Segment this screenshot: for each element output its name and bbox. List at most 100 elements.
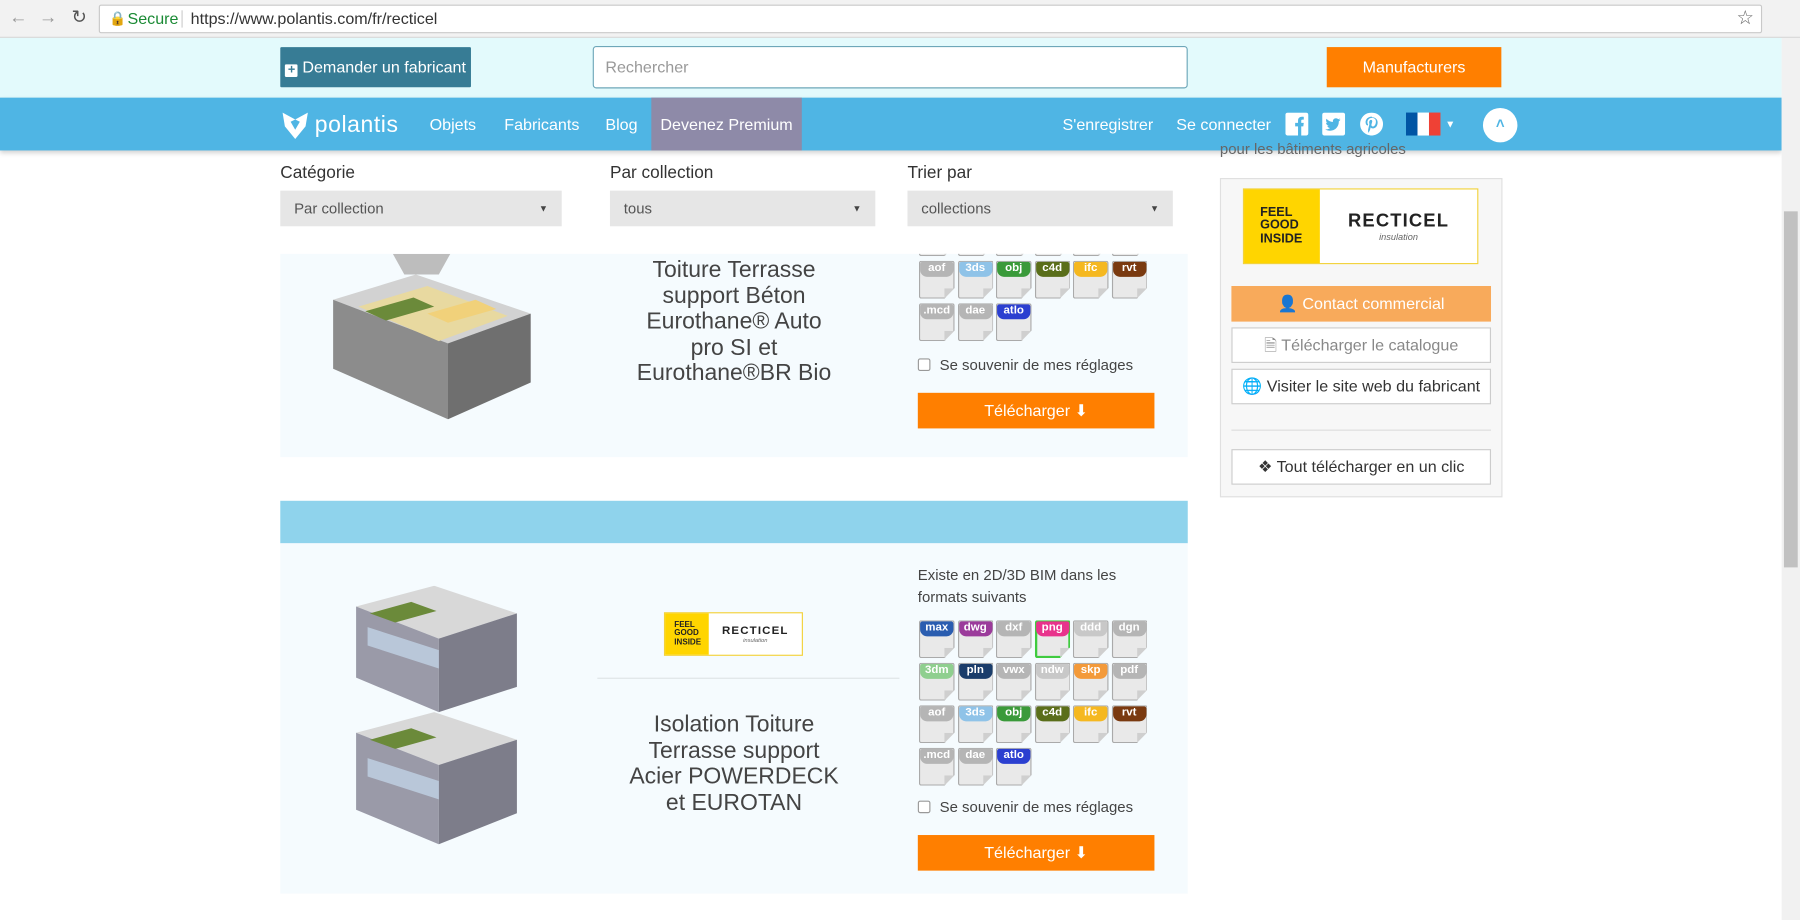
format-aof-icon[interactable]: aof	[918, 705, 955, 744]
format-label: skp	[1074, 663, 1108, 679]
twitter-icon[interactable]	[1322, 112, 1346, 136]
format-3ds-icon[interactable]: 3ds	[957, 260, 994, 299]
format-obj-icon[interactable]: obj	[995, 705, 1032, 744]
format-ifc-icon[interactable]: ifc	[1072, 260, 1109, 299]
format-page-fold	[982, 732, 994, 744]
caret-down-icon: ▼	[852, 203, 862, 214]
format-page-fold	[944, 647, 955, 659]
product-title[interactable]: Toiture Terrasse support Béton Eurothane…	[597, 257, 870, 386]
ask-manufacturer-button[interactable]: + Demander un fabricant	[280, 47, 471, 88]
remember-checkbox[interactable]	[917, 800, 931, 814]
scrollbar-thumb[interactable]	[1783, 211, 1798, 568]
format-ifc-icon[interactable]: ifc	[1072, 705, 1109, 744]
page-scrollbar[interactable]	[1781, 37, 1800, 920]
format-page-fold	[982, 253, 994, 257]
format-atlo-icon[interactable]: atlo	[995, 303, 1032, 342]
download-all-button[interactable]: ❖ Tout télécharger en un clic	[1231, 449, 1492, 485]
brand-tagline: FEEL	[674, 621, 695, 630]
download-button[interactable]: Télécharger ⬇	[917, 835, 1155, 871]
nav-blog[interactable]: Blog	[605, 98, 637, 151]
format-max-icon[interactable]: max	[918, 620, 955, 659]
format-page-fold	[944, 775, 955, 786]
nav-fabricants[interactable]: Fabricants	[504, 98, 579, 151]
recticel-logo[interactable]: FEEL GOOD INSIDE RECTICEL insulation	[1242, 188, 1479, 265]
facebook-icon[interactable]	[1285, 112, 1309, 136]
sort-value: collections	[921, 199, 991, 218]
globe-icon: 🌐	[1242, 376, 1263, 396]
search-input[interactable]: Rechercher	[605, 47, 688, 87]
format-mcd-icon[interactable]: .mcd	[918, 303, 955, 342]
remember-label: Se souvenir de mes réglages	[939, 356, 1134, 374]
download-button[interactable]: Télécharger ⬇	[917, 392, 1155, 429]
format-3dm-icon[interactable]: 3dm	[918, 662, 955, 701]
category-select[interactable]: Par collection ▼	[280, 190, 562, 227]
catalogue-label: Télécharger le catalogue	[1281, 335, 1459, 354]
format-mcd-icon[interactable]: .mcd	[918, 747, 955, 786]
chevron-down-icon[interactable]: ▼	[1445, 118, 1455, 129]
product-image[interactable]	[345, 585, 523, 856]
reload-icon[interactable]: ↻	[68, 7, 91, 30]
remember-settings[interactable]: Se souvenir de mes réglages	[917, 356, 1134, 374]
product-title[interactable]: Isolation Toiture Terrasse support Acier…	[597, 712, 870, 815]
feel-good-inside-text: FEEL GOOD INSIDE	[1244, 189, 1320, 264]
sort-label: Trier par	[907, 163, 972, 183]
format-page-fold	[982, 288, 994, 299]
url-text[interactable]: https://www.polantis.com/fr/recticel	[191, 6, 438, 32]
sidebar-description: pour les bâtiments agricoles	[1219, 140, 1406, 158]
remember-label: Se souvenir de mes réglages	[939, 798, 1134, 816]
format-dwg-icon[interactable]: dwg	[957, 620, 994, 659]
product-image[interactable]	[324, 253, 535, 424]
format-pln-icon[interactable]: pln	[957, 662, 994, 701]
format-ndw-icon[interactable]: ndw	[1034, 662, 1071, 701]
category-label: Catégorie	[280, 163, 356, 183]
format-label: 3ds	[958, 706, 992, 722]
format-obj-icon[interactable]: obj	[995, 260, 1032, 299]
format-label: obj	[997, 706, 1031, 722]
forward-icon[interactable]: →	[37, 7, 60, 30]
format-skp-icon[interactable]: skp	[1072, 662, 1109, 701]
format-atlo-icon[interactable]: atlo	[995, 747, 1032, 786]
format-label: ifc	[1074, 261, 1108, 277]
remember-settings[interactable]: Se souvenir de mes réglages	[917, 798, 1134, 816]
format-dxf-icon[interactable]: dxf	[995, 620, 1032, 659]
pinterest-icon[interactable]	[1360, 112, 1384, 136]
format-pdf-icon[interactable]: pdf	[1111, 662, 1147, 701]
format-vwx-icon[interactable]: vwx	[995, 662, 1032, 701]
format-page-fold	[1021, 690, 1032, 701]
format-dgn-icon[interactable]: dgn	[1111, 620, 1147, 659]
language-flag[interactable]	[1406, 112, 1441, 136]
download-catalogue-button[interactable]: 🗎 Télécharger le catalogue	[1231, 327, 1492, 363]
format-c4d-icon[interactable]: c4d	[1034, 705, 1071, 744]
format-dae-icon[interactable]: dae	[957, 303, 994, 342]
format-png-icon[interactable]: png	[1034, 620, 1071, 659]
remember-checkbox[interactable]	[917, 358, 931, 371]
contact-sales-button[interactable]: 👤 Contact commercial	[1231, 286, 1492, 322]
address-bar[interactable]: 🔒 Secure https://www.polantis.com/fr/rec…	[98, 4, 1763, 34]
nav-premium[interactable]: Devenez Premium	[651, 97, 802, 151]
format-ddd-icon[interactable]: ddd	[1072, 620, 1109, 659]
format-aof-icon[interactable]: aof	[918, 260, 955, 299]
format-page-fold	[944, 253, 955, 257]
format-rvt-icon[interactable]: rvt	[1111, 260, 1147, 299]
format-label: obj	[997, 261, 1031, 277]
bookmark-star-icon[interactable]: ☆	[1737, 5, 1755, 31]
format-rvt-icon[interactable]: rvt	[1111, 705, 1147, 744]
format-3ds-icon[interactable]: 3ds	[957, 705, 994, 744]
back-icon[interactable]: ←	[7, 7, 30, 30]
format-label: .mcd	[920, 748, 954, 764]
manufacturers-button[interactable]: Manufacturers	[1326, 47, 1502, 88]
format-page-fold	[944, 732, 955, 744]
visit-website-button[interactable]: 🌐 Visiter le site web du fabricant	[1231, 368, 1492, 405]
format-c4d-icon[interactable]: c4d	[1034, 260, 1071, 299]
format-label: pdf	[1112, 663, 1146, 679]
search-box[interactable]: Rechercher	[592, 45, 1188, 89]
register-link[interactable]: S'enregistrer	[1063, 98, 1154, 151]
sort-select[interactable]: collections ▼	[907, 190, 1173, 227]
recticel-logo[interactable]: FEEL GOOD INSIDE RECTICEL insulation	[663, 612, 803, 656]
polantis-logo[interactable]: polantis	[280, 109, 398, 141]
address-separator	[181, 10, 183, 28]
nav-objets[interactable]: Objets	[430, 98, 476, 151]
collection-select[interactable]: tous ▼	[609, 190, 876, 227]
format-dae-icon[interactable]: dae	[957, 747, 994, 786]
scroll-top-button[interactable]: ˄	[1482, 107, 1518, 143]
